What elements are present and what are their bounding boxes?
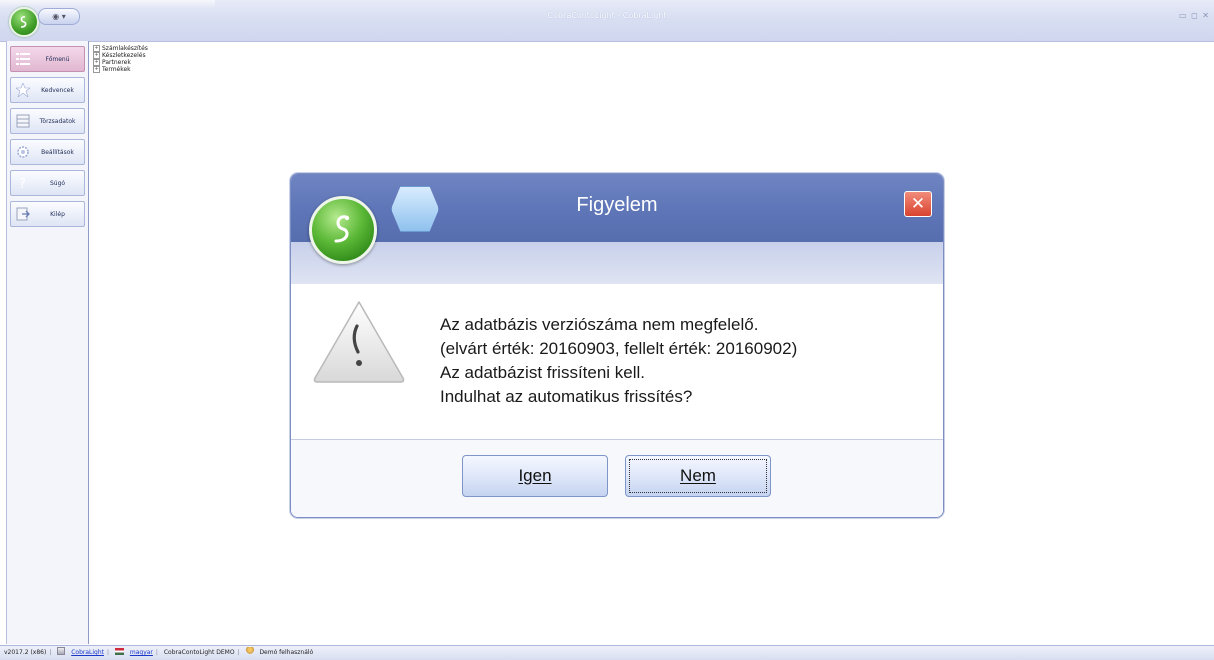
svg-text:?: ? xyxy=(19,177,26,190)
version-label: v2017.2 (x86) xyxy=(4,649,47,656)
language-link[interactable]: magyar xyxy=(130,649,153,656)
star-icon xyxy=(16,83,30,97)
dialog-title: Figyelem xyxy=(576,194,658,216)
title-tabstrip xyxy=(0,0,215,8)
warning-dialog: Figyelem ✕ Az adatbázis verziószáma nem … xyxy=(290,173,944,518)
nav-item-kedvencek[interactable]: Kedvencek xyxy=(10,77,85,103)
message-line: (elvárt érték: 20160903, fellelt érték: … xyxy=(440,339,798,358)
product-icon xyxy=(57,647,66,655)
main-menu-tree: + Számlakészítés + Készletkezelés + Part… xyxy=(93,45,148,73)
tree-item[interactable]: + Készletkezelés xyxy=(93,52,148,59)
expand-icon[interactable]: + xyxy=(93,59,100,66)
yes-button-label: Igen xyxy=(518,466,552,485)
message-line: Az adatbázist frissíteni kell. xyxy=(440,363,646,382)
gear-icon xyxy=(17,146,29,158)
nav-item-label: Kedvencek xyxy=(41,87,74,94)
tree-item-label: Partnerek xyxy=(102,59,131,66)
no-button-label: Nem xyxy=(680,466,716,485)
status-bar: v2017.2 (x86) | CobraLight | magyar | Cobra… xyxy=(0,645,1214,660)
dialog-message: Az adatbázis verziószáma nem megfelelő. … xyxy=(440,313,797,409)
message-line: Indulhat az automatikus frissítés? xyxy=(440,387,693,406)
dialog-close-button[interactable]: ✕ xyxy=(904,191,932,217)
nav-item-label: Beállítások xyxy=(41,149,74,156)
list-icon xyxy=(16,53,30,65)
tree-item-label: Készletkezelés xyxy=(102,52,146,59)
nav-item-label: Törzsadatok xyxy=(39,118,76,125)
help-icon: ? xyxy=(19,177,26,190)
expand-icon[interactable]: + xyxy=(93,66,100,73)
nav-item-label: Kilép xyxy=(50,211,65,218)
product-link[interactable]: CobraLight xyxy=(71,649,104,656)
nav-item-label: Súgó xyxy=(49,180,66,187)
dialog-subheader xyxy=(291,242,943,284)
nav-item-kilep[interactable]: Kilép xyxy=(10,201,85,227)
expand-icon[interactable]: + xyxy=(93,52,100,59)
yes-button[interactable]: Igen xyxy=(462,455,608,497)
expand-icon[interactable]: + xyxy=(93,45,100,52)
nav-item-beallitasok[interactable]: Beállítások xyxy=(10,139,85,165)
table-icon xyxy=(16,114,30,128)
tree-item[interactable]: + Számlakészítés xyxy=(93,45,148,52)
nav-item-torzsadatok[interactable]: Törzsadatok xyxy=(10,108,85,134)
no-button[interactable]: Nem xyxy=(625,455,771,497)
title-bar: ◉ ▾ CobraContoLight - CobraLight ▭ ◻ ✕ xyxy=(0,0,1214,42)
user-label: Demó felhasználó xyxy=(259,649,314,656)
tree-item[interactable]: + Partnerek xyxy=(93,59,148,66)
database-label: CobraContoLight DEMO xyxy=(163,649,235,656)
user-icon xyxy=(245,647,254,655)
window-controls[interactable]: ▭ ◻ ✕ xyxy=(1179,11,1210,20)
dialog-button-area: Igen Nem xyxy=(291,439,943,517)
left-nav-panel: Főmenü Kedvencek Törzsadatok Beállítások… xyxy=(6,41,89,644)
window-title: CobraContoLight - CobraLight xyxy=(547,11,667,20)
nav-item-sugo[interactable]: ? Súgó xyxy=(10,170,85,196)
nav-item-fomenu[interactable]: Főmenü xyxy=(10,46,85,72)
message-line: Az adatbázis verziószáma nem megfelelő. xyxy=(440,315,759,334)
nav-item-label: Főmenü xyxy=(45,56,70,63)
tree-item-label: Termékek xyxy=(102,66,131,73)
tree-item[interactable]: + Termékek xyxy=(93,66,148,73)
tree-item-label: Számlakészítés xyxy=(102,45,148,52)
hungarian-flag-icon xyxy=(114,648,124,655)
warning-icon xyxy=(313,301,405,383)
exit-icon xyxy=(16,207,30,221)
